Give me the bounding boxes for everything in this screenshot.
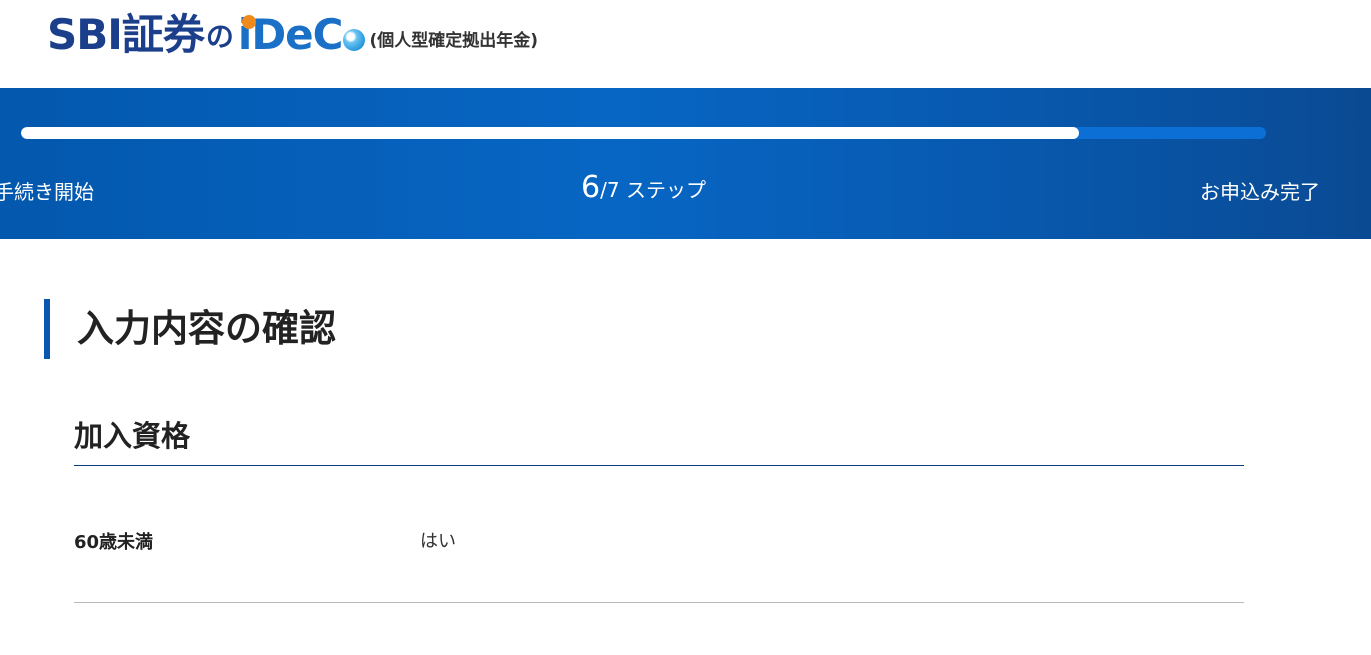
logo-subtitle: (個人型確定拠出年金) [369,30,539,51]
logo-ideco-text: DeC [251,10,343,59]
progress-banner: 手続き開始 6/7 ステップ お申込み完了 [0,88,1371,239]
progress-step-indicator: 6/7 ステップ [0,170,1287,210]
logo-bubble-icon [343,29,366,51]
sbi-ideco-logo[interactable]: SBI証券 の iDeC (個人型確定拠出年金) [47,10,538,60]
progress-current-step: 6 [581,170,601,205]
page-title: 入力内容の確認 [44,299,336,359]
progress-total-steps: /7 ステップ [600,178,706,202]
detail-label: 60歳未満 [74,532,154,553]
logo-brand-text: SBI証券 [47,10,205,59]
progress-fill [21,127,1080,139]
section-heading-eligibility: 加入資格 [74,414,1244,466]
logo-orange-dot-icon [241,15,256,29]
progress-end-label: お申込み完了 [1200,180,1320,204]
progress-track [21,127,1266,139]
detail-value: はい [420,531,456,552]
site-header: SBI証券 の iDeC (個人型確定拠出年金) [0,0,1371,88]
logo-ideco-wordmark: iDeC [238,14,344,56]
logo-connector-text: の [205,20,234,53]
detail-row-under-60: 60歳未満 はい [74,466,1244,603]
